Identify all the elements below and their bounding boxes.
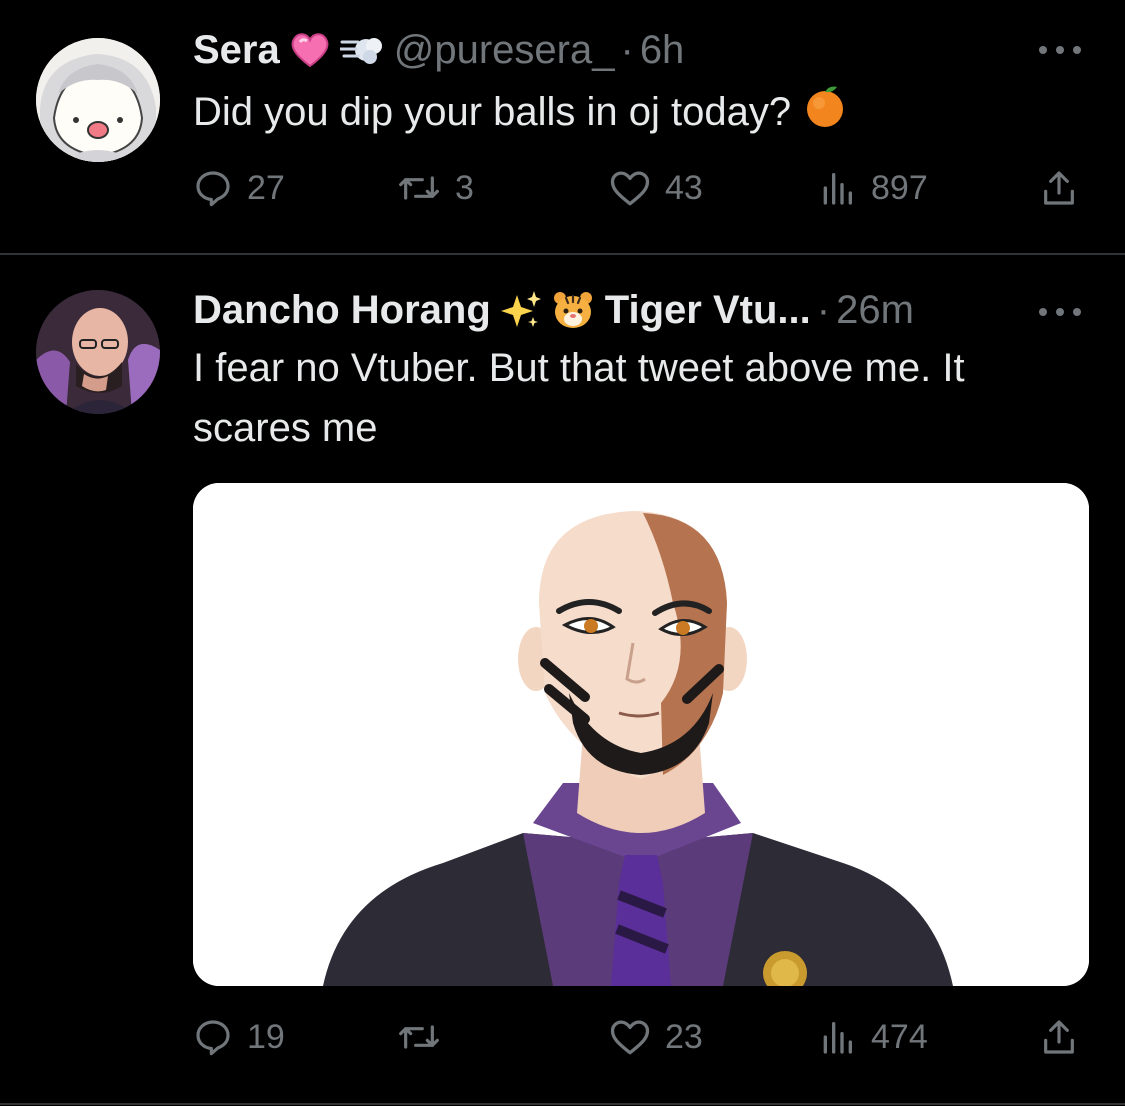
reply-count: 19 (247, 1017, 285, 1056)
timestamp[interactable]: 6h (640, 28, 685, 73)
tweet-text: I fear no Vtuber. But that tweet above m… (193, 346, 965, 450)
tiger-face-icon (551, 288, 595, 332)
like-button[interactable]: 23 (609, 1012, 703, 1062)
views-icon (817, 168, 857, 208)
share-button[interactable] (1039, 163, 1079, 213)
tweet-text-content: Did you dip your balls in oj today? (193, 90, 792, 134)
tweet[interactable]: Dancho Horang Tiger Vtu... · 26m I fear … (0, 254, 1125, 1106)
reply-icon (193, 1017, 233, 1057)
avatar[interactable] (36, 38, 160, 162)
tweet-actions: 27 3 43 897 (193, 163, 1093, 213)
dash-wind-icon (339, 28, 384, 72)
display-name[interactable]: Sera (193, 28, 280, 73)
reply-button[interactable]: 19 (193, 1012, 285, 1062)
like-icon (609, 168, 651, 208)
display-name[interactable]: Dancho Horang (193, 288, 491, 333)
reply-button[interactable]: 27 (193, 163, 285, 213)
views-button[interactable]: 474 (817, 1012, 928, 1062)
retweet-icon (397, 1017, 441, 1057)
separator-dot: · (816, 287, 831, 332)
tweet[interactable]: Sera @puresera_ · 6h Did you dip your ba… (0, 0, 1125, 254)
tweet-actions: 19 23 474 (193, 1012, 1093, 1062)
more-options-icon[interactable] (1039, 44, 1081, 56)
timeline: Sera @puresera_ · 6h Did you dip your ba… (0, 0, 1125, 1106)
more-options-icon[interactable] (1039, 306, 1081, 318)
pink-heart-icon (288, 28, 332, 72)
attached-image[interactable] (193, 483, 1089, 986)
retweet-button[interactable] (397, 1012, 455, 1062)
like-icon (609, 1017, 651, 1057)
views-button[interactable]: 897 (817, 163, 928, 213)
timestamp[interactable]: 26m (836, 288, 914, 333)
share-icon (1039, 167, 1079, 209)
divider (0, 1103, 1125, 1105)
vtuber-illustration (193, 483, 1089, 986)
tweet-header: Dancho Horang Tiger Vtu... · 26m (193, 282, 914, 338)
share-icon (1039, 1016, 1079, 1058)
retweet-icon (397, 168, 441, 208)
avatar[interactable] (36, 290, 160, 414)
orange-fruit-icon (803, 83, 847, 146)
sparkles-icon (499, 288, 543, 332)
separator-dot: · (620, 27, 634, 72)
like-count: 23 (665, 1017, 703, 1056)
view-count: 897 (871, 168, 928, 207)
user-handle[interactable]: @puresera_ (394, 28, 615, 73)
like-count: 43 (665, 168, 703, 207)
retweet-button[interactable]: 3 (397, 163, 474, 213)
tweet-header: Sera @puresera_ · 6h (193, 22, 684, 78)
views-icon (817, 1017, 857, 1057)
retweet-count: 3 (455, 168, 474, 207)
view-count: 474 (871, 1017, 928, 1056)
tweet-text: Did you dip your balls in oj today? (193, 82, 1073, 146)
display-name-suffix[interactable]: Tiger Vtu... (605, 288, 811, 333)
share-button[interactable] (1039, 1012, 1079, 1062)
reply-icon (193, 168, 233, 208)
like-button[interactable]: 43 (609, 163, 703, 213)
reply-count: 27 (247, 168, 285, 207)
